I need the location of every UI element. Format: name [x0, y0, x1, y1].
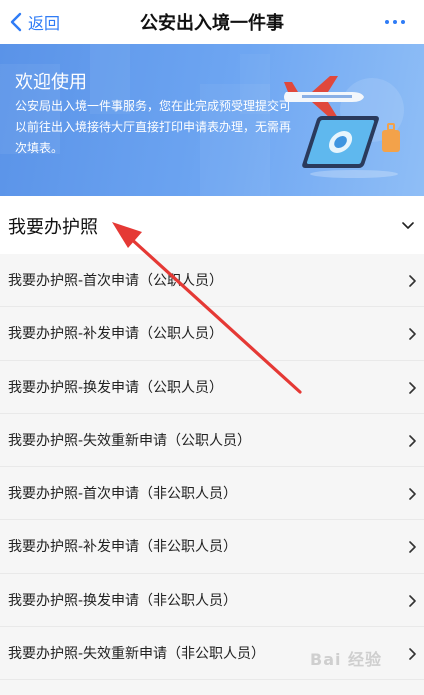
list-item-label: 我要办护照-补发申请（非公职人员）	[8, 539, 238, 556]
chevron-right-icon	[409, 594, 416, 607]
section-header-passport[interactable]: 我要办护照	[0, 196, 424, 255]
list-item[interactable]: 我要办护照-换发申请（非公职人员）	[0, 573, 424, 628]
list-item-label: 我要办护照-换发申请（公职人员）	[8, 379, 224, 396]
passport-options-list: 我要办护照-首次申请（公职人员） 我要办护照-补发申请（公职人员） 我要办护照-…	[0, 254, 424, 681]
list-item[interactable]: 我要办护照-补发申请（非公职人员）	[0, 520, 424, 574]
nav-bar: 返回 公安出入境一件事	[0, 0, 424, 44]
list-item[interactable]: 我要办护照-失效重新申请（公职人员）	[0, 413, 424, 468]
chevron-right-icon	[409, 275, 416, 287]
chevron-right-icon	[409, 435, 416, 447]
list-item[interactable]: 我要办护照-首次申请（公职人员）	[0, 254, 424, 308]
chevron-right-icon	[409, 328, 416, 341]
banner-description: 公安局出入境一件事服务，您在此完成预受理提交可以前往出入境接待大厅直接打印申请表…	[15, 99, 292, 155]
list-item[interactable]: 我要办护照-首次申请（非公职人员）	[0, 467, 424, 521]
travel-illustration-icon	[284, 76, 404, 178]
more-dots-icon[interactable]	[384, 18, 406, 26]
chevron-right-icon	[409, 648, 416, 660]
chevron-right-icon	[409, 541, 416, 554]
list-item[interactable]: 我要办护照-补发申请（公职人员）	[0, 307, 424, 361]
page-title: 公安出入境一件事	[140, 13, 284, 34]
watermark: Bai 经验	[310, 650, 383, 669]
list-item[interactable]: 我要办护照-换发申请（公职人员）	[0, 360, 424, 414]
list-item-label: 我要办护照-补发申请（公职人员）	[8, 326, 224, 343]
chevron-right-icon	[409, 488, 416, 500]
list-item-label: 我要办护照-首次申请（非公职人员）	[8, 486, 238, 503]
list-item-label: 我要办护照-失效重新申请（非公职人员）	[8, 646, 266, 663]
section-title: 我要办护照	[8, 217, 98, 238]
list-item-label: 我要办护照-换发申请（非公职人员）	[8, 592, 238, 609]
list-item-label: 我要办护照-首次申请（公职人员）	[8, 273, 224, 289]
chevron-down-icon	[402, 222, 414, 229]
list-item-label: 我要办护照-失效重新申请（公职人员）	[8, 432, 252, 449]
welcome-banner: 欢迎使用 公安局出入境一件事服务，您在此完成预受理提交可以前往出入境接待大厅直接…	[0, 44, 424, 196]
banner-title: 欢迎使用	[15, 72, 87, 93]
chevron-right-icon	[409, 381, 416, 394]
page: 返回 公安出入境一件事 欢迎使用 公安局出入境一件事服务，您在此完成预受理提交可…	[0, 0, 424, 695]
